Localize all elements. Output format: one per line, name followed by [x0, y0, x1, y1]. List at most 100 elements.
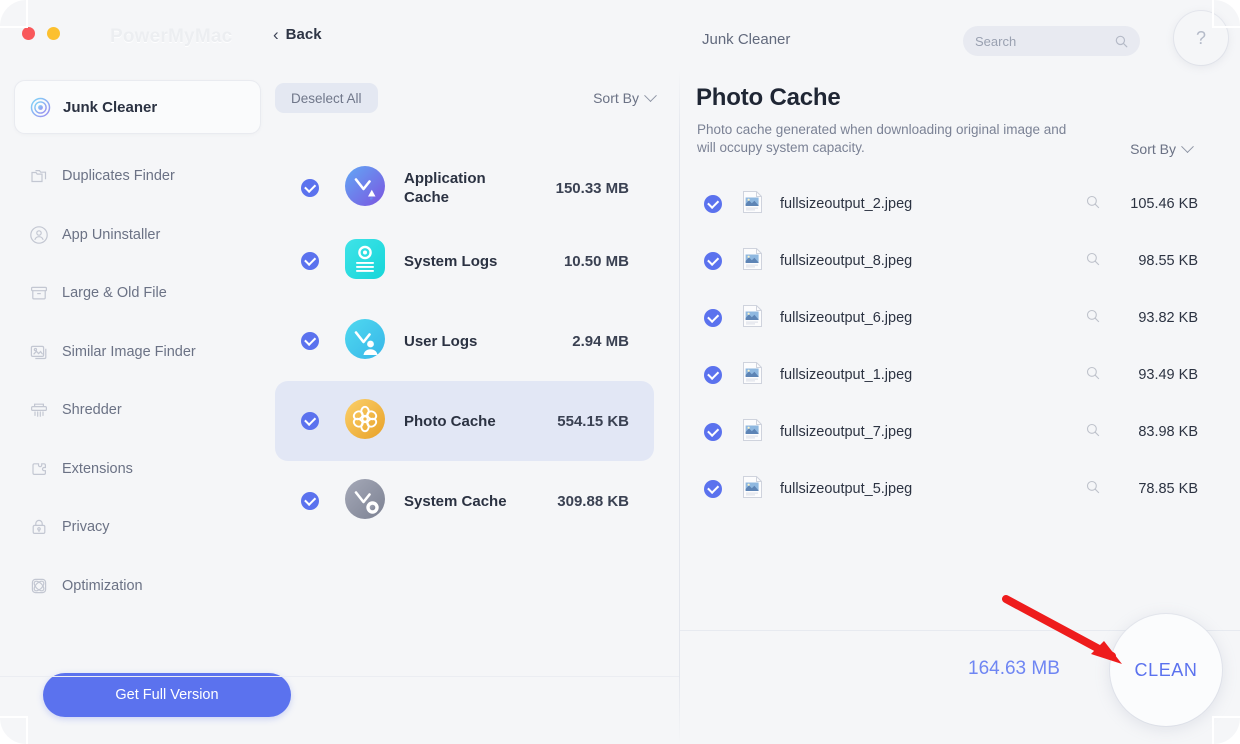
deselect-all-button[interactable]: Deselect All — [275, 83, 378, 113]
sidebar-item-label: Junk Cleaner — [63, 98, 158, 116]
sidebar-item-extensions[interactable]: Extensions — [14, 452, 261, 485]
file-checkbox[interactable] — [704, 423, 722, 441]
magnifier-icon[interactable] — [1086, 195, 1102, 214]
file-name: fullsizeoutput_5.jpeg — [780, 481, 913, 497]
category-size: 554.15 KB — [557, 412, 629, 430]
sidebar: Junk Cleaner Duplicates Finder App Unins… — [0, 70, 291, 744]
sidebar-item-shredder[interactable]: Shredder — [14, 394, 261, 427]
target-radar-icon — [29, 96, 51, 118]
jpeg-file-icon — [742, 304, 764, 333]
jpeg-file-icon — [742, 475, 764, 504]
file-name: fullsizeoutput_7.jpeg — [780, 424, 913, 440]
get-full-version-label: Get Full Version — [115, 687, 219, 703]
category-sort-by-button[interactable]: Sort By — [593, 88, 657, 106]
sidebar-item-junk-cleaner[interactable]: Junk Cleaner — [14, 80, 261, 134]
category-checkbox[interactable] — [301, 179, 319, 197]
category-name: Application Cache — [404, 170, 486, 206]
category-row-user-logs[interactable]: User Logs 2.94 MB — [275, 301, 654, 381]
magnifier-icon[interactable] — [1086, 480, 1102, 499]
file-checkbox[interactable] — [704, 309, 722, 327]
sidebar-item-label: Privacy — [62, 519, 110, 535]
category-name: System Cache — [404, 492, 507, 510]
file-size: 83.98 KB — [1138, 424, 1198, 440]
file-row[interactable]: fullsizeoutput_7.jpeg 83.98 KB — [694, 412, 1206, 452]
sidebar-item-label: Shredder — [62, 402, 122, 418]
file-name: fullsizeoutput_6.jpeg — [780, 310, 913, 326]
minimize-window-button[interactable] — [47, 27, 60, 40]
file-row[interactable]: fullsizeoutput_2.jpeg 105.46 KB — [694, 184, 1206, 224]
category-row-application-cache[interactable]: Application Cache 150.33 MB — [275, 148, 654, 228]
get-full-version-button[interactable]: Get Full Version — [43, 673, 291, 717]
system-cache-icon — [344, 478, 386, 525]
search-placeholder: Search — [975, 33, 1017, 49]
sidebar-item-label: Extensions — [62, 460, 133, 477]
chevron-down-icon — [644, 88, 657, 102]
file-size: 105.46 KB — [1130, 196, 1198, 212]
file-checkbox[interactable] — [704, 480, 722, 498]
file-row[interactable]: fullsizeoutput_1.jpeg 93.49 KB — [694, 355, 1206, 395]
optimization-icon — [28, 575, 50, 597]
application-cache-icon — [344, 165, 386, 212]
close-window-button[interactable] — [22, 27, 35, 40]
sidebar-item-label: Optimization — [62, 577, 143, 594]
category-checkbox[interactable] — [301, 252, 319, 270]
category-list-panel: Deselect All Sort By Application Cache 1… — [275, 70, 680, 744]
jpeg-file-icon — [742, 247, 764, 276]
search-input[interactable]: Search — [963, 26, 1140, 56]
category-checkbox[interactable] — [301, 412, 319, 430]
sidebar-item-duplicates-finder[interactable]: Duplicates Finder — [14, 160, 261, 193]
duplicate-folder-icon — [28, 165, 50, 187]
clean-button-label: CLEAN — [1134, 659, 1198, 680]
sidebar-item-label: Duplicates Finder — [62, 168, 175, 184]
category-checkbox[interactable] — [301, 332, 319, 350]
lock-icon — [28, 516, 50, 538]
file-checkbox[interactable] — [704, 366, 722, 384]
detail-title: Photo Cache — [696, 84, 841, 111]
image-stack-icon — [28, 341, 50, 363]
category-name: User Logs — [404, 332, 478, 350]
magnifier-icon[interactable] — [1086, 366, 1102, 385]
category-row-system-logs[interactable]: System Logs 10.50 MB — [275, 221, 654, 301]
chevron-left-icon: ‹ — [273, 24, 279, 44]
total-size-label: 164.63 MB — [968, 658, 1060, 679]
category-row-system-cache[interactable]: System Cache 309.88 KB — [275, 461, 654, 541]
sidebar-item-similar-image-finder[interactable]: Similar Image Finder — [14, 335, 261, 368]
magnifier-icon[interactable] — [1086, 252, 1102, 271]
shredder-icon — [28, 399, 50, 421]
detail-description: Photo cache generated when downloading o… — [697, 122, 1067, 155]
magnifier-icon[interactable] — [1086, 309, 1102, 328]
sidebar-item-large-old-file[interactable]: Large & Old File — [14, 277, 261, 310]
file-row[interactable]: fullsizeoutput_5.jpeg 78.85 KB — [694, 469, 1206, 509]
category-size: 10.50 MB — [563, 252, 629, 270]
system-logs-icon — [344, 238, 386, 285]
sidebar-item-optimization[interactable]: Optimization — [14, 569, 261, 602]
file-row[interactable]: fullsizeoutput_8.jpeg 98.55 KB — [694, 241, 1206, 281]
file-row[interactable]: fullsizeoutput_6.jpeg 93.82 KB — [694, 298, 1206, 338]
category-name: Photo Cache — [404, 412, 496, 430]
file-box-icon — [28, 282, 50, 304]
file-checkbox[interactable] — [704, 252, 722, 270]
sidebar-item-privacy[interactable]: Privacy — [14, 511, 261, 544]
file-size: 78.85 KB — [1138, 481, 1198, 497]
detail-sort-by-button[interactable]: Sort By — [1130, 139, 1194, 157]
file-name: fullsizeoutput_2.jpeg — [780, 196, 913, 212]
category-checkbox[interactable] — [301, 492, 319, 510]
chevron-down-icon — [1181, 139, 1194, 153]
jpeg-file-icon — [742, 418, 764, 447]
category-size: 2.94 MB — [572, 332, 629, 350]
sidebar-item-label: Similar Image Finder — [62, 343, 196, 360]
sidebar-item-app-uninstaller[interactable]: App Uninstaller — [14, 218, 261, 251]
back-button[interactable]: ‹ Back — [273, 24, 322, 44]
clean-button[interactable]: CLEAN — [1110, 614, 1222, 726]
magnifier-icon[interactable] — [1086, 423, 1102, 442]
deselect-all-label: Deselect All — [291, 90, 362, 106]
app-uninstall-icon — [28, 224, 50, 246]
extensions-puzzle-icon — [28, 458, 50, 480]
app-brand-title: PowerMyMac — [110, 26, 233, 47]
category-name: System Logs — [404, 252, 498, 270]
file-name: fullsizeoutput_1.jpeg — [780, 367, 913, 383]
search-icon — [1115, 35, 1128, 47]
category-row-photo-cache[interactable]: Photo Cache 554.15 KB — [275, 381, 654, 461]
file-name: fullsizeoutput_8.jpeg — [780, 253, 913, 269]
file-checkbox[interactable] — [704, 195, 722, 213]
